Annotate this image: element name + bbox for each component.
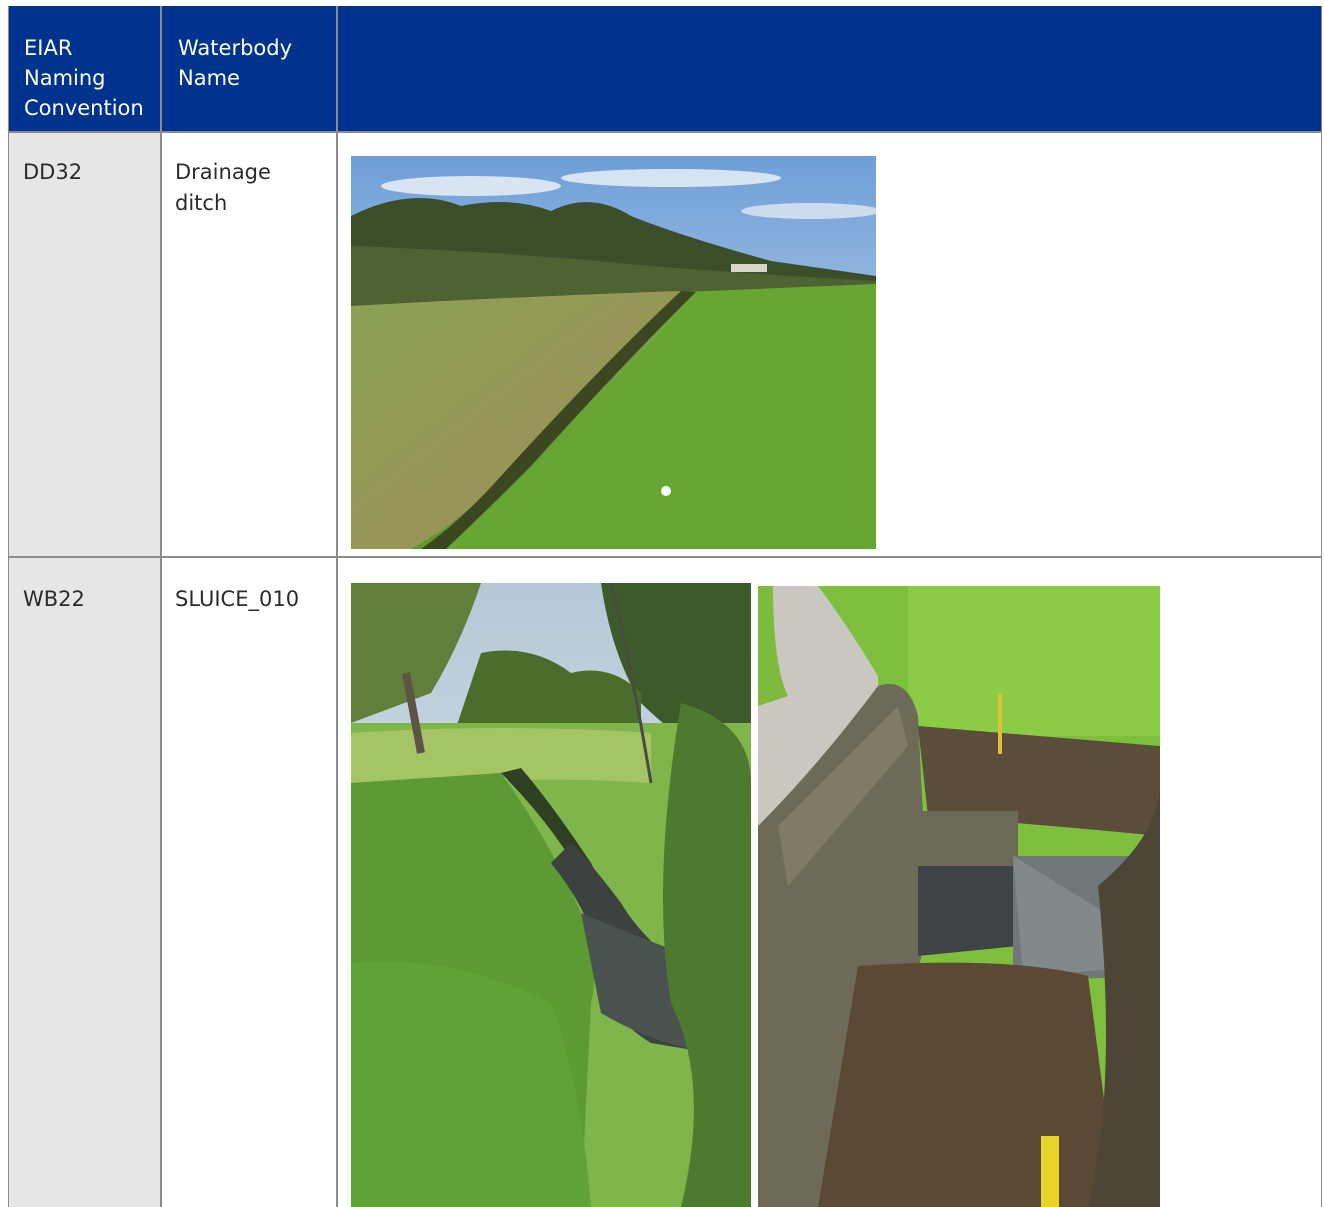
name-line: SLUICE_010 xyxy=(175,587,300,611)
name-line: ditch xyxy=(175,191,228,215)
row-2-name: SLUICE_010 xyxy=(175,584,299,615)
name-line: Drainage xyxy=(175,160,271,184)
grid-line xyxy=(1321,6,1322,1207)
header-cell-photo xyxy=(338,6,1322,131)
row-2-code: WB22 xyxy=(23,587,85,611)
header-line: Convention xyxy=(24,96,144,120)
header-line: Name xyxy=(178,66,240,90)
header-cell-waterbody-name: Waterbody Name xyxy=(162,6,336,131)
waterbody-table: EIAR Naming Convention Waterbody Name DD… xyxy=(8,6,1322,1207)
drainage-ditch-photo xyxy=(351,156,876,549)
row-1-name: Drainage ditch xyxy=(175,157,271,219)
stream-channel-photo xyxy=(351,583,751,1207)
header-cell-naming-convention: EIAR Naming Convention xyxy=(8,6,160,131)
grid-line xyxy=(8,131,1322,133)
row-1-code: DD32 xyxy=(23,160,83,184)
header-line: Waterbody xyxy=(178,36,293,60)
header-line: Naming xyxy=(24,66,106,90)
first-column-shading xyxy=(8,131,160,1207)
header-line: EIAR xyxy=(24,36,73,60)
grid-line xyxy=(8,6,9,1207)
sluice-wall-photo xyxy=(758,586,1160,1207)
grid-line xyxy=(8,556,1322,558)
grid-line xyxy=(336,6,338,1207)
grid-line xyxy=(160,6,162,1207)
